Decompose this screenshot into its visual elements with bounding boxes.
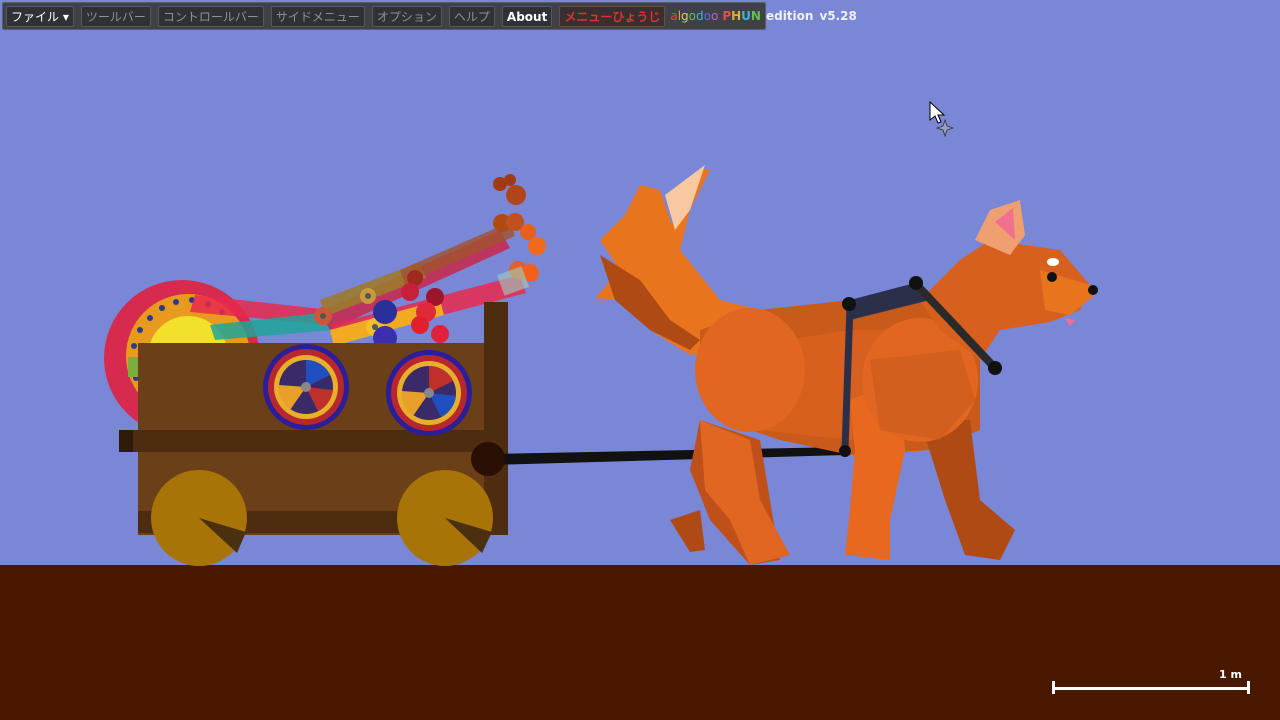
file-menu-button[interactable]: ファイル ▾ (6, 5, 74, 27)
brand-letter: H (731, 9, 742, 23)
help-menu-button[interactable]: ヘルプ (448, 5, 495, 27)
brand-letter: o (710, 9, 719, 23)
menu-bar: ファイル ▾ ツールバー コントロールバー サイドメニュー オプション ヘルプ … (2, 2, 857, 30)
version-label: v5.28 (819, 9, 857, 23)
brand-phun-text: PHUN (722, 9, 761, 23)
brand-letter: U (741, 9, 751, 23)
brand-letter: o (688, 9, 697, 23)
controlbar-menu-button[interactable]: コントロールバー (157, 5, 264, 27)
toolbar-menu-button[interactable]: ツールバー (80, 5, 151, 27)
cart-ornament-wheel-right[interactable] (386, 350, 472, 436)
simulation-canvas[interactable] (0, 0, 1280, 720)
brand-letter: a (670, 9, 678, 23)
brand-algodoo-text: algodoo (670, 9, 718, 23)
options-menu-button[interactable]: オプション (371, 5, 442, 27)
brand-letter: g (681, 9, 689, 23)
brand-logo: algodoo PHUN edition v5.28 (670, 9, 857, 23)
brand-letter: N (750, 9, 761, 23)
show-menu-button[interactable]: メニューひょうじ (559, 5, 666, 27)
arrow-cursor-icon (929, 100, 955, 138)
sidemenu-menu-button[interactable]: サイドメニュー (270, 5, 365, 27)
tow-pole[interactable] (471, 442, 845, 476)
scale-bar: 1 m (1052, 668, 1250, 694)
brand-letter: o (703, 9, 711, 23)
scale-bar-line (1052, 687, 1250, 690)
scale-bar-tick-right (1247, 681, 1250, 694)
brand-letter: d (696, 9, 704, 23)
about-button[interactable]: About (501, 5, 553, 27)
scale-bar-label: 1 m (1219, 668, 1242, 681)
scale-bar-tick-left (1052, 681, 1055, 694)
cart-ornament-wheel-left[interactable] (263, 344, 349, 430)
brand-edition-text: edition (765, 9, 814, 23)
cart-wheel-front[interactable] (151, 470, 247, 566)
brand-letter: P (722, 9, 732, 23)
cart-wheel-rear[interactable] (397, 470, 493, 566)
